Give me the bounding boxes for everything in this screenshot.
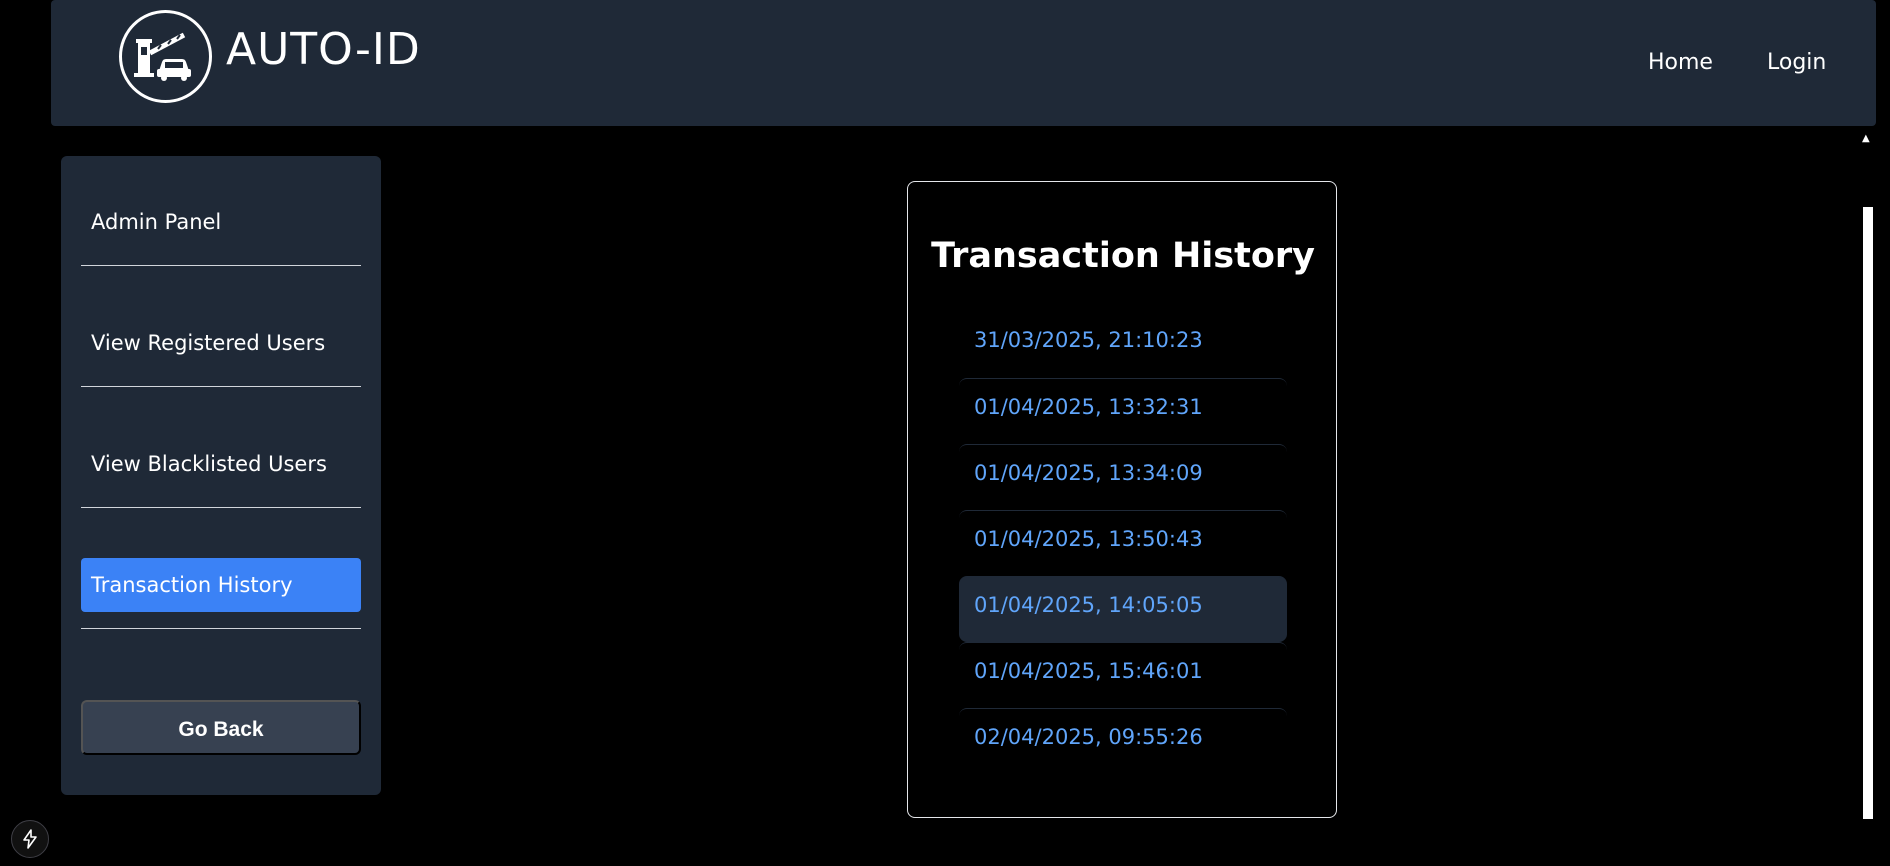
brand-name: AUTO-ID xyxy=(226,24,421,75)
navbar: AUTO-ID Home Login xyxy=(51,0,1876,126)
sidebar-item-admin-panel[interactable]: Admin Panel xyxy=(81,195,361,249)
sidebar-item-transaction-history[interactable]: Transaction History xyxy=(81,558,361,612)
sidebar-divider xyxy=(81,265,361,266)
toll-booth-car-icon[interactable] xyxy=(119,10,212,103)
transaction-entry[interactable]: 01/04/2025, 13:32:31 xyxy=(959,378,1287,444)
transaction-entry[interactable]: 01/04/2025, 13:50:43 xyxy=(959,510,1287,576)
sidebar-divider xyxy=(81,507,361,508)
lightning-bolt-icon[interactable] xyxy=(11,820,49,858)
scrollbar[interactable] xyxy=(1863,207,1873,819)
go-back-button[interactable]: Go Back xyxy=(81,700,361,755)
sidebar-divider xyxy=(81,386,361,387)
transaction-entry[interactable]: 01/04/2025, 15:46:01 xyxy=(959,642,1287,708)
transaction-entry[interactable]: 31/03/2025, 21:10:23 xyxy=(959,312,1287,378)
admin-sidebar: Admin Panel View Registered Users View B… xyxy=(61,156,381,795)
sidebar-item-blacklisted-users[interactable]: View Blacklisted Users xyxy=(81,437,361,491)
page-title: Transaction History xyxy=(931,236,1315,276)
sidebar-item-label: View Blacklisted Users xyxy=(91,452,327,476)
transaction-list: 31/03/2025, 21:10:23 01/04/2025, 13:32:3… xyxy=(959,312,1287,774)
transaction-entry[interactable]: 02/04/2025, 09:55:26 xyxy=(959,708,1287,774)
sidebar-item-label: View Registered Users xyxy=(91,331,326,355)
transaction-entry-highlighted[interactable]: 01/04/2025, 14:05:05 xyxy=(959,576,1287,642)
sidebar-divider xyxy=(81,628,361,629)
nav-login-link[interactable]: Login xyxy=(1767,50,1826,75)
transaction-entry[interactable]: 01/04/2025, 13:34:09 xyxy=(959,444,1287,510)
sidebar-item-label: Admin Panel xyxy=(91,210,222,234)
transaction-history-card: Transaction History 31/03/2025, 21:10:23… xyxy=(907,181,1337,818)
nav-home-link[interactable]: Home xyxy=(1648,50,1713,75)
sidebar-item-label: Transaction History xyxy=(91,573,293,597)
scroll-up-arrow-icon[interactable]: ▲ xyxy=(1862,133,1870,144)
sidebar-item-registered-users[interactable]: View Registered Users xyxy=(81,316,361,370)
